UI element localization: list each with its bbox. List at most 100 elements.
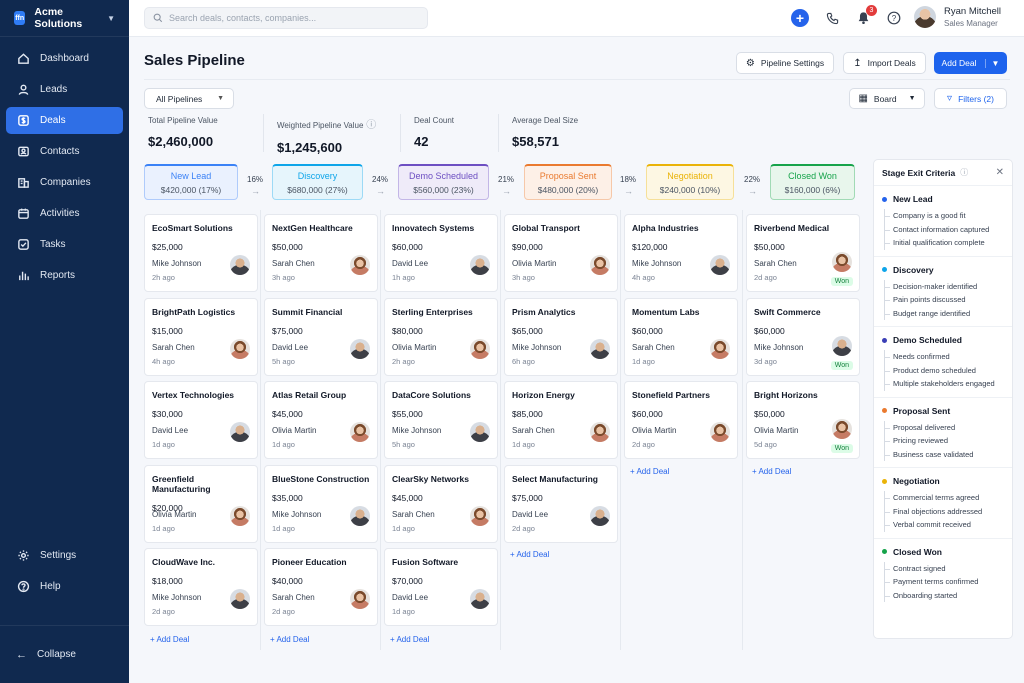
deal-name: BlueStone Construction (272, 474, 370, 484)
deal-owner: David Lee (152, 426, 189, 435)
deal-amount: $60,000 (392, 242, 423, 252)
add-deal-link[interactable]: + Add Deal (752, 467, 791, 476)
filters-button[interactable]: ▿ Filters (2) (934, 88, 1007, 109)
deal-card[interactable]: Fusion Software $70,000 David Lee 1d ago (384, 548, 498, 626)
add-deal-link[interactable]: + Add Deal (510, 550, 549, 559)
deal-amount: $15,000 (152, 326, 183, 336)
deal-card[interactable]: ClearSky Networks $45,000 Sarah Chen 1d ago (384, 465, 498, 543)
deal-card[interactable]: BrightPath Logistics $15,000 Sarah Chen 4h … (144, 298, 258, 376)
workspace-name: Acme Solutions (34, 6, 83, 30)
pipeline-settings-button[interactable]: ⚙ Pipeline Settings (736, 52, 834, 74)
sidebar-item-dashboard[interactable]: Dashboard (6, 45, 123, 72)
deal-card[interactable]: Bright Horizons $50,000 Olivia Martin 5d ag… (746, 381, 860, 459)
stage-header-closed-won[interactable]: Closed Won $160,000 (6%) (770, 164, 855, 200)
info-icon[interactable]: ⓘ (363, 120, 376, 131)
deal-owner: Sarah Chen (152, 343, 195, 352)
criteria-items: Contract signed Payment terms confirmed On… (884, 561, 1004, 602)
avatar (230, 339, 250, 359)
deal-owner: Sarah Chen (512, 426, 555, 435)
import-deals-button[interactable]: ↥ Import Deals (843, 52, 926, 74)
deal-card[interactable]: Innovatech Systems $60,000 David Lee 1h ago (384, 214, 498, 292)
sidebar-item-leads[interactable]: Leads (6, 76, 123, 103)
search-input[interactable] (169, 13, 419, 23)
deal-card[interactable]: Sterling Enterprises $80,000 Olivia Martin… (384, 298, 498, 376)
arrow-right-icon: → (502, 186, 511, 196)
metric-value: 42 (414, 134, 429, 149)
user-menu[interactable]: Ryan Mitchell Sales Manager (914, 6, 1001, 28)
deal-card[interactable]: Vertex Technologies $30,000 David Lee 1d ag… (144, 381, 258, 459)
info-icon[interactable]: ⓘ (960, 167, 968, 178)
sidebar-item-contacts[interactable]: Contacts (6, 138, 123, 165)
deal-card[interactable]: Global Transport $90,000 Olivia Martin 3h a… (504, 214, 618, 292)
stage-header-negotiation[interactable]: Negotiation $240,000 (10%) (646, 164, 734, 200)
deal-card[interactable]: DataCore Solutions $55,000 Mike Johnson 5h … (384, 381, 498, 459)
add-deal-link[interactable]: + Add Deal (270, 635, 309, 644)
deal-age: 5h ago (272, 357, 295, 366)
conversion-rate: 21% (498, 175, 515, 184)
deal-card[interactable]: EcoSmart Solutions $25,000 Mike Johnson 2h … (144, 214, 258, 292)
deal-owner: Sarah Chen (272, 259, 315, 268)
chevron-down-icon[interactable]: ▼ (984, 58, 999, 68)
avatar (350, 506, 370, 526)
arrow-right-icon: → (624, 186, 633, 196)
stage-name: Negotiation (667, 170, 713, 181)
sidebar-item-settings[interactable]: Settings (6, 542, 123, 569)
deal-card[interactable]: NextGen Healthcare $50,000 Sarah Chen 3h ag… (264, 214, 378, 292)
stage-header-new-lead[interactable]: New Lead $420,000 (17%) (144, 164, 238, 200)
deal-amount: $80,000 (392, 326, 423, 336)
deal-owner: David Lee (392, 259, 429, 268)
add-deal-link[interactable]: + Add Deal (150, 635, 189, 644)
phone-icon[interactable] (823, 9, 841, 27)
deal-card[interactable]: Horizon Energy $85,000 Sarah Chen 1d ago (504, 381, 618, 459)
deal-card[interactable]: Prism Analytics $65,000 Mike Johnson 6h ago (504, 298, 618, 376)
criteria-stage: Closed Won Contract signed Payment terms c… (874, 539, 1012, 609)
help-circle-icon[interactable]: ? (885, 9, 903, 27)
stage-summary: $480,000 (20%) (537, 184, 599, 195)
metric-label: Average Deal Size (512, 116, 579, 125)
sidebar-item-tasks[interactable]: Tasks (6, 231, 123, 258)
stage-header-proposal-sent[interactable]: Proposal Sent $480,000 (20%) (524, 164, 612, 200)
deal-card[interactable]: Summit Financial $75,000 David Lee 5h ago (264, 298, 378, 376)
deal-card[interactable]: Greenfield Manufacturing $20,000 Olivia Ma… (144, 465, 258, 543)
deal-card[interactable]: CloudWave Inc. $18,000 Mike Johnson 2d ago (144, 548, 258, 626)
deal-card[interactable]: Swift Commerce $60,000 Mike Johnson 3d ago W… (746, 298, 860, 376)
arrow-right-icon: → (376, 186, 385, 196)
header-divider (144, 79, 1010, 80)
gear-icon: ⚙ (745, 57, 755, 69)
sidebar-item-deals[interactable]: Deals (6, 107, 123, 134)
sidebar-item-companies[interactable]: Companies (6, 169, 123, 196)
deal-card[interactable]: Select Manufacturing $75,000 David Lee 2d a… (504, 465, 618, 543)
deal-card[interactable]: Pioneer Education $40,000 Sarah Chen 2d ago (264, 548, 378, 626)
bar-chart-icon (16, 269, 30, 283)
deal-name: Stonefield Partners (632, 390, 710, 400)
pipeline-select[interactable]: All Pipelines ▼ (144, 88, 234, 109)
sidebar-item-activities[interactable]: Activities (6, 200, 123, 227)
deal-card[interactable]: Alpha Industries $120,000 Mike Johnson 4h a… (624, 214, 738, 292)
metric-value: $58,571 (512, 134, 559, 149)
deal-name: DataCore Solutions (392, 390, 471, 400)
stage-header-discovery[interactable]: Discovery $680,000 (27%) (272, 164, 363, 200)
deal-age: 2d ago (152, 607, 175, 616)
close-icon[interactable]: ✕ (996, 167, 1004, 178)
deal-card[interactable]: Momentum Labs $60,000 Sarah Chen 1d ago (624, 298, 738, 376)
sidebar-item-reports[interactable]: Reports (6, 262, 123, 289)
deal-age: 2d ago (754, 273, 777, 282)
deal-card[interactable]: Stonefield Partners $60,000 Olivia Martin 2… (624, 381, 738, 459)
deal-card[interactable]: Riverbend Medical $50,000 Sarah Chen 2d ago… (746, 214, 860, 292)
deal-card[interactable]: Atlas Retail Group $45,000 Olivia Martin 1d… (264, 381, 378, 459)
sidebar-item-help[interactable]: Help (6, 573, 123, 600)
workspace-switcher[interactable]: ffn Acme Solutions ▼ (0, 0, 129, 37)
collapse-button[interactable]: ← Collapse (0, 625, 129, 683)
stage-header-demo-scheduled[interactable]: Demo Scheduled $560,000 (23%) (398, 164, 489, 200)
metric-label: Deal Count (414, 116, 455, 125)
quick-add-button[interactable]: + (791, 9, 809, 27)
add-deal-link[interactable]: + Add Deal (630, 467, 669, 476)
add-deal-button[interactable]: Add Deal ▼ (934, 52, 1007, 74)
deal-name: NextGen Healthcare (272, 223, 353, 233)
bell-icon[interactable]: 3 (854, 5, 877, 27)
deal-card[interactable]: BlueStone Construction $35,000 Mike Johnso… (264, 465, 378, 543)
add-deal-link[interactable]: + Add Deal (390, 635, 429, 644)
view-select[interactable]: ▦ Board ▼ (849, 88, 925, 109)
avatar (710, 255, 730, 275)
add-deal-label: Add Deal (941, 58, 977, 68)
